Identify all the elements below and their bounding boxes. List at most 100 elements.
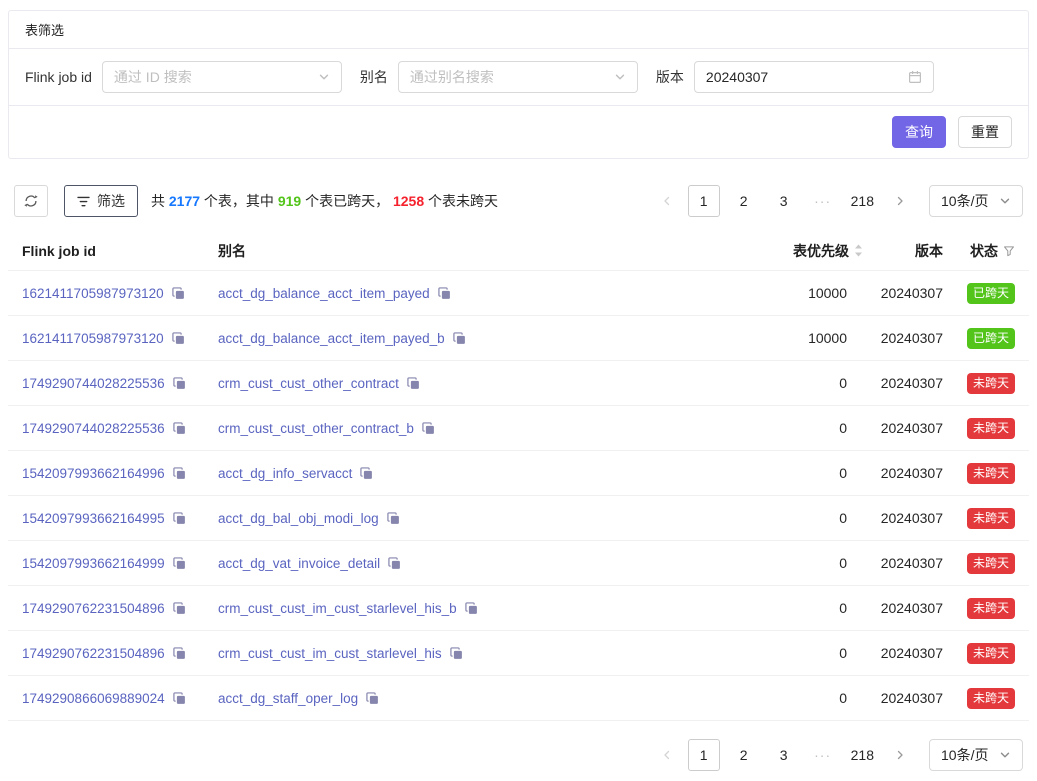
flink-job-id-link[interactable]: 1542097993662164996: [22, 466, 165, 481]
uncrossed-count: 1258: [393, 193, 424, 209]
pagination-page-218[interactable]: 218: [846, 739, 879, 771]
total-count: 2177: [169, 193, 200, 209]
sort-icon[interactable]: [854, 244, 863, 257]
pagination-bottom: 123 ··· 218: [654, 739, 913, 771]
page-size-value: 10条/页: [941, 191, 988, 211]
status-badge: 未跨天: [967, 688, 1015, 709]
copy-icon[interactable]: [422, 422, 435, 435]
copy-icon[interactable]: [465, 602, 478, 615]
flink-job-id-link[interactable]: 1542097993662164999: [22, 556, 165, 571]
alias-select-placeholder: 通过别名搜索: [410, 67, 494, 87]
alias-link[interactable]: crm_cust_cust_other_contract_b: [218, 421, 414, 436]
copy-icon[interactable]: [173, 692, 186, 705]
status-cell: 未跨天: [963, 688, 1015, 709]
alias-cell: acct_dg_staff_oper_log: [218, 691, 653, 706]
flink-job-id-cell: 1542097993662164996: [22, 466, 218, 481]
filter-actions: 查询 重置: [9, 105, 1028, 158]
pagination-prev-button[interactable]: [654, 739, 680, 771]
flink-job-id-link[interactable]: 1621411705987973120: [22, 286, 164, 301]
copy-icon[interactable]: [173, 377, 186, 390]
flink-job-id-link[interactable]: 1542097993662164995: [22, 511, 165, 526]
alias-link[interactable]: acct_dg_staff_oper_log: [218, 691, 358, 706]
flink-job-id-link[interactable]: 1621411705987973120: [22, 331, 164, 346]
column-priority[interactable]: 表优先级: [653, 241, 863, 261]
pagination-page-2[interactable]: 2: [728, 739, 760, 771]
alias-cell: acct_dg_balance_acct_item_payed: [218, 286, 653, 301]
query-button[interactable]: 查询: [892, 116, 946, 148]
alias-link[interactable]: acct_dg_info_servacct: [218, 466, 352, 481]
priority-value: 0: [653, 510, 863, 526]
status-cell: 未跨天: [963, 553, 1015, 574]
flink-job-id-select[interactable]: 通过 ID 搜索: [102, 61, 342, 93]
copy-icon[interactable]: [173, 602, 186, 615]
copy-icon[interactable]: [173, 467, 186, 480]
copy-icon[interactable]: [407, 377, 420, 390]
flink-job-id-link[interactable]: 1749290762231504896: [22, 601, 165, 616]
filter-toggle-label: 筛选: [97, 191, 125, 211]
chevron-down-icon: [999, 195, 1011, 207]
table-summary: 共 2177 个表，其中 919 个表已跨天， 1258 个表未跨天: [151, 191, 498, 211]
priority-value: 10000: [653, 330, 863, 346]
filter-toggle-button[interactable]: 筛选: [64, 185, 138, 217]
copy-icon[interactable]: [172, 287, 185, 300]
pagination-next-button[interactable]: [887, 185, 913, 217]
flink-job-id-link[interactable]: 1749290762231504896: [22, 646, 165, 661]
pagination-page-1[interactable]: 1: [688, 185, 720, 217]
pagination-page-218[interactable]: 218: [846, 185, 879, 217]
flink-job-id-cell: 1542097993662164999: [22, 556, 218, 571]
alias-link[interactable]: crm_cust_cust_im_cust_starlevel_his_b: [218, 601, 457, 616]
status-badge: 已跨天: [967, 328, 1015, 349]
filter-row: Flink job id 通过 ID 搜索 别名 通过别名搜索 版本 20240…: [9, 49, 1028, 105]
copy-icon[interactable]: [388, 557, 401, 570]
filter-funnel-icon[interactable]: [1003, 245, 1015, 257]
status-badge: 未跨天: [967, 373, 1015, 394]
alias-cell: acct_dg_bal_obj_modi_log: [218, 511, 653, 526]
priority-value: 0: [653, 375, 863, 391]
copy-icon[interactable]: [453, 332, 466, 345]
copy-icon[interactable]: [173, 512, 186, 525]
copy-icon[interactable]: [173, 422, 186, 435]
copy-icon[interactable]: [366, 692, 379, 705]
reset-button[interactable]: 重置: [958, 116, 1012, 148]
flink-job-id-link[interactable]: 1749290744028225536: [22, 421, 165, 436]
pagination-ellipsis[interactable]: ···: [808, 747, 838, 763]
refresh-button[interactable]: [14, 185, 48, 217]
copy-icon[interactable]: [173, 557, 186, 570]
alias-link[interactable]: acct_dg_balance_acct_item_payed: [218, 286, 430, 301]
alias-link[interactable]: acct_dg_vat_invoice_detail: [218, 556, 380, 571]
flink-job-id-link[interactable]: 1749290866069889024: [22, 691, 165, 706]
alias-cell: crm_cust_cust_im_cust_starlevel_his_b: [218, 601, 653, 616]
copy-icon[interactable]: [438, 287, 451, 300]
pagination-page-3[interactable]: 3: [768, 739, 800, 771]
pagination-page-2[interactable]: 2: [728, 185, 760, 217]
pagination-page-3[interactable]: 3: [768, 185, 800, 217]
page-size-select[interactable]: 10条/页: [929, 185, 1023, 217]
flink-job-id-link[interactable]: 1749290744028225536: [22, 376, 165, 391]
alias-cell: acct_dg_vat_invoice_detail: [218, 556, 653, 571]
pagination-next-button[interactable]: [887, 739, 913, 771]
summary-segment: 个表未跨天: [424, 193, 498, 209]
pagination-page-1[interactable]: 1: [688, 739, 720, 771]
copy-icon[interactable]: [173, 647, 186, 660]
alias-link[interactable]: acct_dg_bal_obj_modi_log: [218, 511, 379, 526]
pagination-prev-button[interactable]: [654, 185, 680, 217]
alias-label: 别名: [360, 67, 388, 87]
column-alias: 别名: [218, 241, 653, 261]
status-cell: 未跨天: [963, 463, 1015, 484]
status-badge: 未跨天: [967, 553, 1015, 574]
copy-icon[interactable]: [450, 647, 463, 660]
pagination-ellipsis[interactable]: ···: [808, 193, 838, 209]
alias-link[interactable]: crm_cust_cust_im_cust_starlevel_his: [218, 646, 442, 661]
alias-link[interactable]: acct_dg_balance_acct_item_payed_b: [218, 331, 445, 346]
copy-icon[interactable]: [387, 512, 400, 525]
filter-lines-icon: [77, 196, 90, 207]
alias-cell: crm_cust_cust_other_contract_b: [218, 421, 653, 436]
copy-icon[interactable]: [360, 467, 373, 480]
version-date-input[interactable]: 20240307: [694, 61, 934, 93]
copy-icon[interactable]: [172, 332, 185, 345]
filter-card-title: 表筛选: [25, 23, 64, 38]
alias-link[interactable]: crm_cust_cust_other_contract: [218, 376, 399, 391]
page-size-select[interactable]: 10条/页: [929, 739, 1023, 771]
pager-group-top: 123 ··· 218 10条/页: [654, 185, 1023, 217]
alias-select[interactable]: 通过别名搜索: [398, 61, 638, 93]
